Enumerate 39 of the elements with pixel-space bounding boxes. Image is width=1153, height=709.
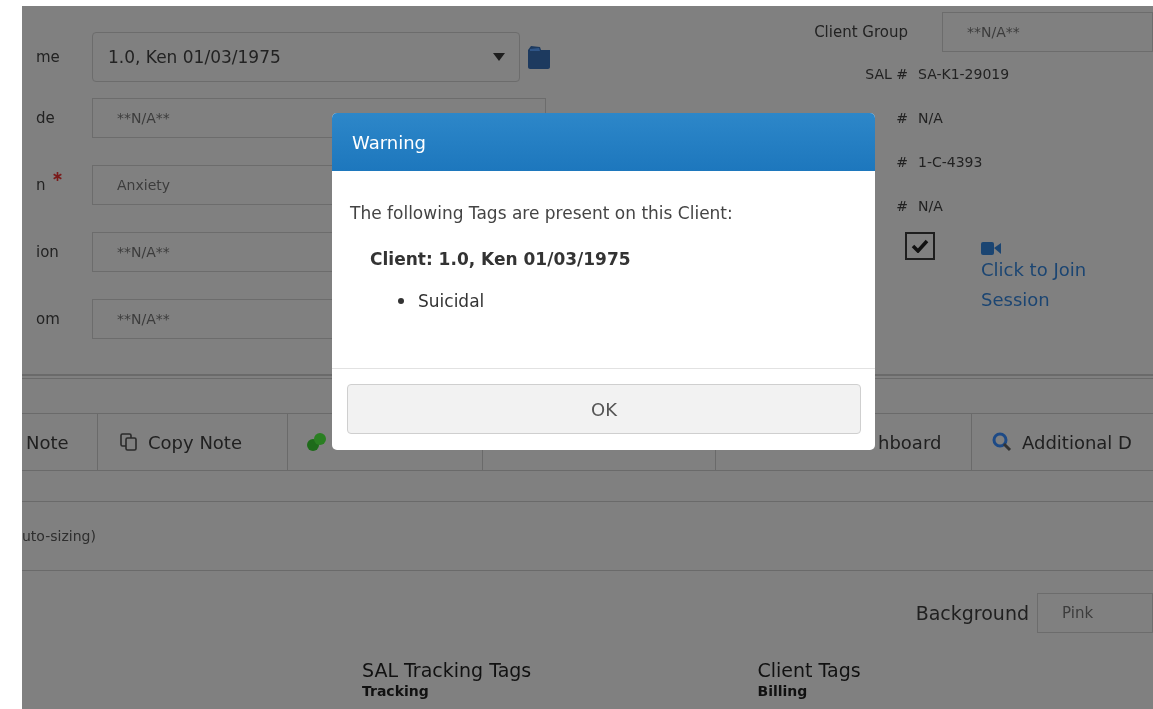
field-label: Background — [915, 602, 1029, 624]
toolbar-tab[interactable]: Copy Note — [98, 414, 288, 470]
field-value: SA-K1-29019 — [918, 66, 1010, 82]
bullet-icon — [398, 298, 404, 304]
field-label: SAL # — [865, 66, 908, 82]
checkmark-icon — [911, 239, 929, 253]
field-label: n — [36, 176, 46, 194]
field-label: de — [36, 109, 55, 127]
background-field[interactable]: Pink — [1037, 593, 1153, 633]
section-subtitle: Billing — [757, 683, 809, 699]
field-label: # — [896, 154, 908, 170]
field-label: # — [896, 110, 908, 126]
field-value: N/A — [918, 198, 943, 214]
video-camera-icon — [981, 242, 1001, 255]
client-select[interactable]: 1.0, Ken 01/03/1975 — [92, 32, 520, 82]
dropdown-caret-icon — [493, 53, 505, 61]
dialog-message: The following Tags are present on this Client: — [350, 203, 734, 223]
ok-button[interactable]: OK — [347, 384, 861, 434]
field-value: 1-C-4393 — [918, 154, 983, 170]
field-label: # — [896, 198, 908, 214]
toolbar-tab[interactable]: Additional D — [972, 414, 1153, 470]
section-subtitle: Tracking — [362, 683, 430, 699]
search-icon — [992, 432, 1012, 452]
dialog-title: Warning — [332, 113, 875, 171]
field-label: Client Group — [813, 23, 909, 41]
section-title: Client Tags — [757, 659, 862, 681]
copy-icon — [120, 433, 138, 451]
text-field[interactable]: **N/A** — [942, 12, 1153, 52]
field-label: om — [36, 310, 60, 328]
section-title: SAL Tracking Tags — [362, 659, 533, 681]
circles-icon — [306, 431, 328, 453]
field-label: me — [36, 48, 60, 66]
toolbar-tab[interactable]: Note — [22, 414, 98, 470]
note-hint: uto-sizing) — [22, 528, 96, 544]
field-label: ion — [36, 243, 59, 261]
folder-icon — [526, 44, 552, 70]
field-value: N/A — [918, 110, 943, 126]
join-session-link[interactable]: Click to Join Session — [981, 255, 1121, 315]
checkbox[interactable] — [905, 232, 935, 260]
